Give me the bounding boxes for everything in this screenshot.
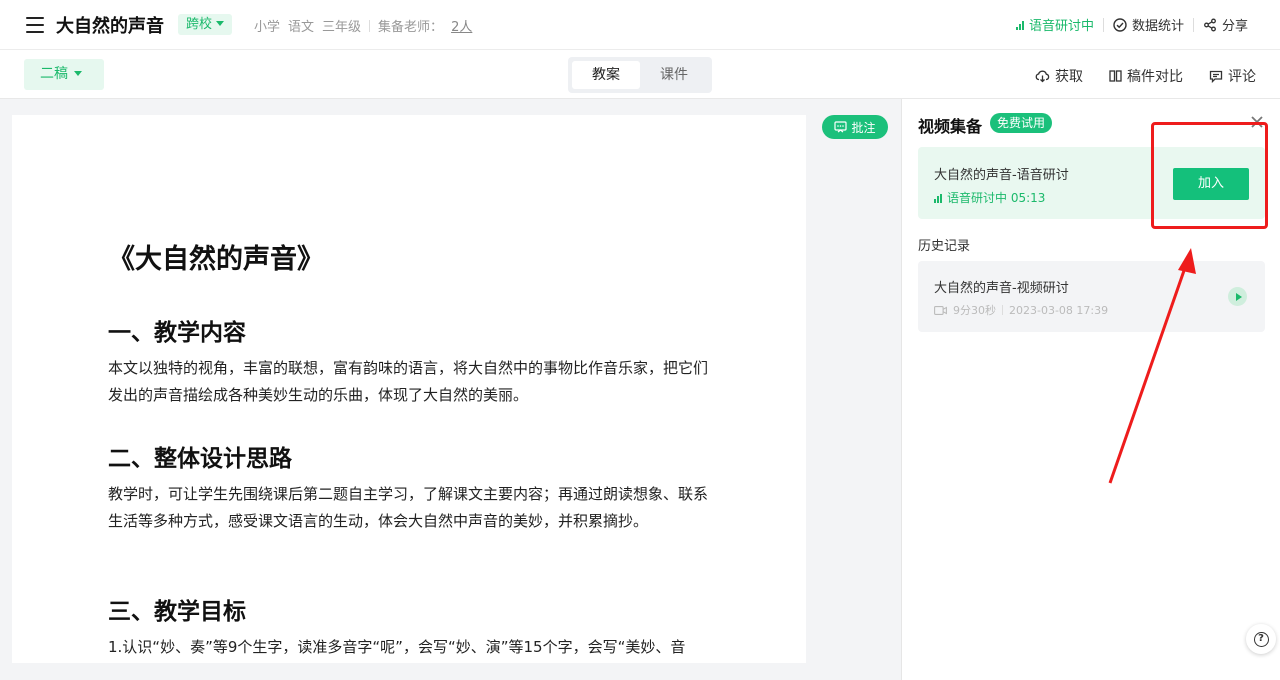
annotate-button[interactable]: 批注 — [822, 115, 888, 139]
header-actions: 语音研讨中 数据统计 分享 — [1015, 15, 1248, 34]
section-body: 教学时，可让学生先围绕课后第二题自主学习，了解课文主要内容；再通过朗读想象、联系… — [108, 485, 709, 530]
video-camera-icon — [934, 305, 947, 315]
section-heading: 二、整体设计思路 — [108, 446, 292, 472]
lesson-plan-page: 《大自然的声音》 一、教学内容 本文以独特的视角，丰富的联想，富有韵味的语言，将… — [12, 115, 806, 663]
help-button[interactable]: ? — [1246, 624, 1276, 654]
share-label: 分享 — [1221, 19, 1248, 34]
compare-label: 稿件对比 — [1127, 69, 1183, 85]
history-item-name: 大自然的声音-视频研讨 — [934, 281, 1069, 296]
fetch-label: 获取 — [1055, 69, 1083, 85]
chevron-down-icon — [74, 71, 82, 76]
content-tabs: 教案 课件 — [568, 57, 712, 93]
video-collab-panel: 视频集备 免费试用 大自然的声音-语音研讨 语音研讨中 05:13 加入 历史记… — [901, 99, 1280, 680]
section-heading: 一、教学内容 — [108, 320, 246, 346]
close-icon[interactable] — [1248, 113, 1266, 131]
audio-bars-icon — [934, 193, 942, 203]
divider — [1192, 17, 1194, 32]
tab-courseware[interactable]: 课件 — [640, 61, 708, 89]
section-body: 本文以独特的视角，丰富的联想，富有韵味的语言，将大自然中的事物比作音乐家，把它们… — [108, 359, 709, 404]
meta-grade: 三年级 — [322, 20, 362, 35]
document-title: 《大自然的声音》 — [108, 244, 324, 275]
toolbar-actions: 获取 稿件对比 评论 — [1035, 66, 1256, 86]
tab-lesson-plan[interactable]: 教案 — [572, 61, 640, 89]
live-status-button[interactable]: 语音研讨中 — [1015, 15, 1094, 34]
history-date: 2023-03-08 17:39 — [1009, 303, 1109, 317]
session-status: 语音研讨中 05:13 — [934, 189, 1045, 206]
session-status-label: 语音研讨中 05:13 — [947, 191, 1046, 205]
doc-toolbar: 二稿 教案 课件 获取 稿件对比 评论 — [0, 50, 1280, 99]
comment-button[interactable]: 评论 — [1209, 66, 1256, 86]
stats-label: 数据统计 — [1131, 19, 1184, 34]
session-name: 大自然的声音-语音研讨 — [934, 168, 1069, 183]
compare-icon — [1109, 70, 1122, 82]
annotate-icon — [834, 121, 848, 133]
teachers-label: 集备老师： — [378, 20, 444, 35]
history-duration: 9分30秒 — [953, 304, 996, 317]
section-heading: 三、教学目标 — [108, 599, 246, 625]
scope-dropdown[interactable]: 跨校 — [178, 14, 233, 35]
live-status-label: 语音研讨中 — [1028, 19, 1094, 34]
compare-button[interactable]: 稿件对比 — [1109, 66, 1183, 86]
chevron-down-icon — [216, 21, 225, 26]
document-viewport[interactable]: 《大自然的声音》 一、教学内容 本文以独特的视角，丰富的联想，富有韵味的语言，将… — [0, 99, 901, 680]
question-icon: ? — [1253, 631, 1269, 647]
comment-icon — [1209, 70, 1223, 83]
divider — [1002, 305, 1003, 315]
comment-label: 评论 — [1228, 69, 1256, 85]
scope-label: 跨校 — [186, 17, 213, 32]
meta-stage: 小学 — [254, 20, 281, 35]
section-body: 1.认识“妙、奏”等9个生字，读准多音字“呢”，会写“妙、演”等15个字，会写“… — [108, 638, 686, 656]
panel-title: 视频集备 — [918, 117, 983, 136]
fetch-button[interactable]: 获取 — [1035, 66, 1083, 86]
page-title: 大自然的声音 — [56, 16, 164, 37]
history-heading: 历史记录 — [918, 239, 971, 254]
teachers-count-link[interactable]: 2人 — [451, 16, 472, 35]
audio-bars-icon — [1015, 20, 1024, 30]
meta-subject: 语文 — [288, 20, 315, 35]
share-icon — [1204, 18, 1216, 31]
share-button[interactable]: 分享 — [1203, 15, 1248, 34]
annotate-label: 批注 — [851, 120, 876, 135]
play-icon[interactable] — [1228, 287, 1247, 306]
join-button[interactable]: 加入 — [1173, 168, 1249, 200]
menu-icon[interactable] — [26, 17, 44, 33]
history-item-meta: 9分30秒 2023-03-08 17:39 — [934, 302, 1108, 318]
top-header: 大自然的声音 跨校 小学 语文 三年级 集备老师： 2人 语音研讨中 数据统计 … — [0, 0, 1280, 50]
draft-version-dropdown[interactable]: 二稿 — [24, 59, 104, 90]
draft-label: 二稿 — [40, 66, 68, 82]
doc-meta: 小学 语文 三年级 集备老师： 2人 — [254, 16, 472, 35]
history-item[interactable]: 大自然的声音-视频研讨 9分30秒 2023-03-08 17:39 — [918, 261, 1265, 332]
stats-button[interactable]: 数据统计 — [1113, 15, 1184, 34]
divider — [1102, 17, 1104, 32]
free-trial-badge: 免费试用 — [990, 113, 1053, 133]
check-circle-icon — [1113, 17, 1127, 32]
divider — [369, 19, 371, 32]
cloud-download-icon — [1035, 70, 1050, 83]
